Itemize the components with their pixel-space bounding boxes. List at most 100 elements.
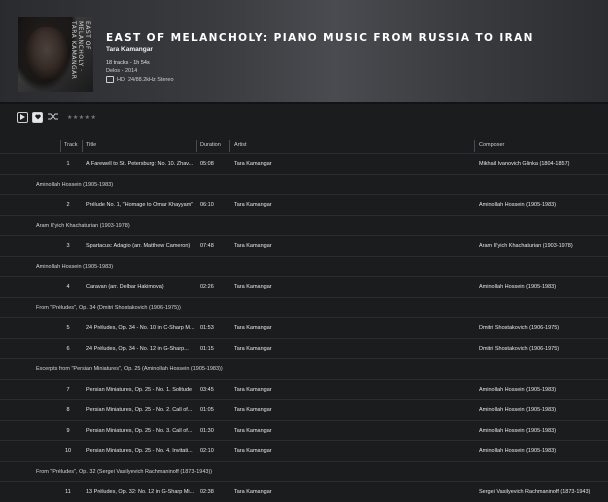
album-artist[interactable]: Tara Kamangar	[106, 46, 153, 53]
shuffle-button[interactable]	[47, 113, 58, 122]
column-track[interactable]: Track	[64, 142, 78, 148]
track-duration: 03:45	[200, 386, 214, 393]
track-row[interactable]: 2 Prélude No. 1, "Homage to Omar Khayyam…	[0, 194, 608, 215]
work-group-label: Aram Il'yich Khachaturian (1903-1978)	[36, 222, 130, 229]
track-number: 4	[66, 284, 70, 290]
album-header: EAST OF MELANCHOLY · TARA KAMANGAR EAST …	[0, 0, 608, 104]
track-list: 1 A Farewell to St. Petersburg: No. 10. …	[0, 153, 608, 502]
track-number: 9	[66, 427, 70, 434]
heart-icon	[34, 114, 41, 120]
track-row[interactable]: 9 Persian Miniatures, Op. 25 - No. 3. Ca…	[0, 419, 608, 441]
work-group-header: Excerpts from "Persian Miniatures", Op. …	[0, 358, 608, 379]
track-composer[interactable]: Aminollah Hossein (1905-1983)	[479, 428, 607, 434]
track-row[interactable]: 3 Spartacus: Adagio (arr. Matthew Camero…	[0, 235, 608, 256]
track-title: Persian Miniatures, Op. 25 - No. 3. Call…	[86, 427, 193, 434]
track-title: Persian Miniatures, Op. 25 - No. 4. Invi…	[86, 448, 193, 454]
column-title[interactable]: Title	[86, 142, 96, 148]
work-group-label: From "Préludes", Op. 32 (Sergei Vasilyev…	[36, 468, 213, 475]
track-composer[interactable]: Aminollah Hossein (1905-1983)	[479, 407, 607, 413]
track-duration: 01:15	[200, 345, 214, 352]
track-composer[interactable]: Mikhail Ivanovich Glinka (1804-1857)	[479, 161, 607, 167]
track-composer[interactable]: Aram Il'yich Khachaturian (1903-1978)	[479, 243, 607, 249]
track-composer[interactable]: Aminollah Hossein (1905-1983)	[479, 284, 607, 290]
track-composer[interactable]: Dmitri Shostakovich (1906-1975)	[479, 325, 607, 331]
shuffle-icon	[47, 113, 58, 119]
track-artist[interactable]: Tara Kamangar	[234, 325, 272, 331]
track-duration: 01:53	[200, 325, 214, 331]
track-number: 7	[66, 386, 70, 393]
album-label-year: Delos - 2014	[106, 68, 138, 74]
track-duration: 02:10	[200, 448, 214, 454]
track-artist[interactable]: Tara Kamangar	[234, 448, 272, 454]
track-title: Persian Miniatures, Op. 25 - No. 2. Call…	[86, 407, 193, 413]
track-composer[interactable]: Sergei Vasilyevich Rachmaninoff (1873-19…	[479, 489, 607, 495]
track-title: 24 Préludes, Op. 34 - No. 12 in G-Sharp.…	[86, 345, 189, 352]
track-duration: 07:48	[200, 243, 214, 249]
track-title: 24 Préludes, Op. 34 - No. 10 in C-Sharp …	[86, 325, 195, 331]
track-row[interactable]: 10 Persian Miniatures, Op. 25 - No. 4. I…	[0, 440, 608, 461]
track-number: 5	[66, 325, 70, 331]
album-tracks-info: 18 tracks - 1h 54s	[106, 60, 150, 66]
track-artist[interactable]: Tara Kamangar	[234, 202, 272, 208]
album-cover[interactable]: EAST OF MELANCHOLY · TARA KAMANGAR	[18, 17, 93, 92]
track-artist[interactable]: Tara Kamangar	[234, 407, 272, 413]
play-icon	[20, 114, 25, 120]
track-composer[interactable]: Dmitri Shostakovich (1906-1975)	[479, 346, 607, 352]
track-list-header: Track Title Duration Artist Composer	[0, 139, 608, 153]
work-group-label: Aminollah Hossein (1905-1983)	[36, 263, 114, 270]
track-duration: 02:38	[200, 489, 214, 495]
track-number: 1	[66, 161, 70, 167]
track-title: A Farewell to St. Petersburg: No. 10. Zh…	[86, 161, 194, 167]
work-group-header: From "Préludes", Op. 32 (Sergei Vasilyev…	[0, 460, 608, 482]
work-group-label: Aminollah Hossein (1905-1983)	[36, 181, 114, 188]
track-composer[interactable]: Aminollah Hossein (1905-1983)	[479, 202, 607, 208]
track-duration: 01:05	[200, 407, 214, 413]
track-artist[interactable]: Tara Kamangar	[234, 243, 272, 249]
track-composer[interactable]: Aminollah Hossein (1905-1983)	[479, 387, 607, 393]
column-duration[interactable]: Duration	[200, 142, 221, 148]
track-artist[interactable]: Tara Kamangar	[234, 284, 272, 290]
hd-icon	[106, 76, 114, 83]
track-number: 10	[64, 448, 72, 454]
track-number: 2	[66, 202, 70, 208]
track-duration: 01:30	[200, 427, 214, 434]
track-row[interactable]: 7 Persian Miniatures, Op. 25 - No. 1. So…	[0, 378, 608, 400]
track-duration: 06:10	[200, 202, 214, 208]
album-title: EAST OF MELANCHOLY: PIANO MUSIC FROM RUS…	[106, 32, 534, 44]
work-group-header: Aminollah Hossein (1905-1983)	[0, 255, 608, 277]
cover-spine-text: EAST OF MELANCHOLY · TARA KAMANGAR	[70, 21, 91, 80]
work-group-header: Aminollah Hossein (1905-1983)	[0, 173, 608, 195]
track-row[interactable]: 1 A Farewell to St. Petersburg: No. 10. …	[0, 153, 608, 174]
track-row[interactable]: 5 24 Préludes, Op. 34 - No. 10 in C-Shar…	[0, 317, 608, 338]
play-button[interactable]	[17, 111, 28, 123]
track-title: Prélude No. 1, "Homage to Omar Khayyam"	[86, 202, 194, 208]
track-duration: 02:26	[200, 284, 214, 290]
favorite-button[interactable]	[32, 111, 43, 123]
track-artist[interactable]: Tara Kamangar	[234, 161, 272, 167]
rating-stars[interactable]: ★★★★★	[67, 114, 96, 121]
track-row[interactable]: 4 Caravan (arr. Delbar Hakimova) 02:26 T…	[0, 276, 608, 297]
hd-label: HD	[117, 76, 125, 83]
track-row[interactable]: 6 24 Préludes, Op. 34 - No. 12 in G-Shar…	[0, 337, 608, 359]
track-duration: 05:08	[200, 161, 214, 167]
track-row[interactable]: 11 13 Préludes, Op. 32: No. 12 in G-Shar…	[0, 481, 608, 502]
column-artist[interactable]: Artist	[234, 142, 247, 148]
album-toolbar: ★★★★★	[17, 110, 96, 124]
track-number: 8	[66, 407, 70, 413]
track-artist[interactable]: Tara Kamangar	[234, 346, 272, 352]
work-group-header: Aram Il'yich Khachaturian (1903-1978)	[0, 214, 608, 236]
track-number: 11	[65, 489, 71, 495]
work-group-label: Excerpts from "Persian Miniatures", Op. …	[36, 366, 223, 372]
track-composer[interactable]: Aminollah Hossein (1905-1983)	[479, 448, 607, 454]
track-title: Spartacus: Adagio (arr. Matthew Cameron)	[86, 243, 191, 249]
work-group-label: From "Préludes", Op. 34 (Dmitri Shostako…	[36, 304, 181, 311]
track-artist[interactable]: Tara Kamangar	[234, 428, 272, 434]
track-artist[interactable]: Tara Kamangar	[234, 387, 272, 393]
track-row[interactable]: 8 Persian Miniatures, Op. 25 - No. 2. Ca…	[0, 399, 608, 420]
track-number: 6	[66, 345, 70, 352]
quality-text: 24/88.2kHz Stereo	[127, 76, 174, 83]
track-artist[interactable]: Tara Kamangar	[234, 489, 272, 495]
column-composer[interactable]: Composer	[479, 142, 504, 148]
album-quality: HD 24/88.2kHz Stereo	[106, 76, 174, 83]
track-title: Caravan (arr. Delbar Hakimova)	[86, 284, 164, 290]
